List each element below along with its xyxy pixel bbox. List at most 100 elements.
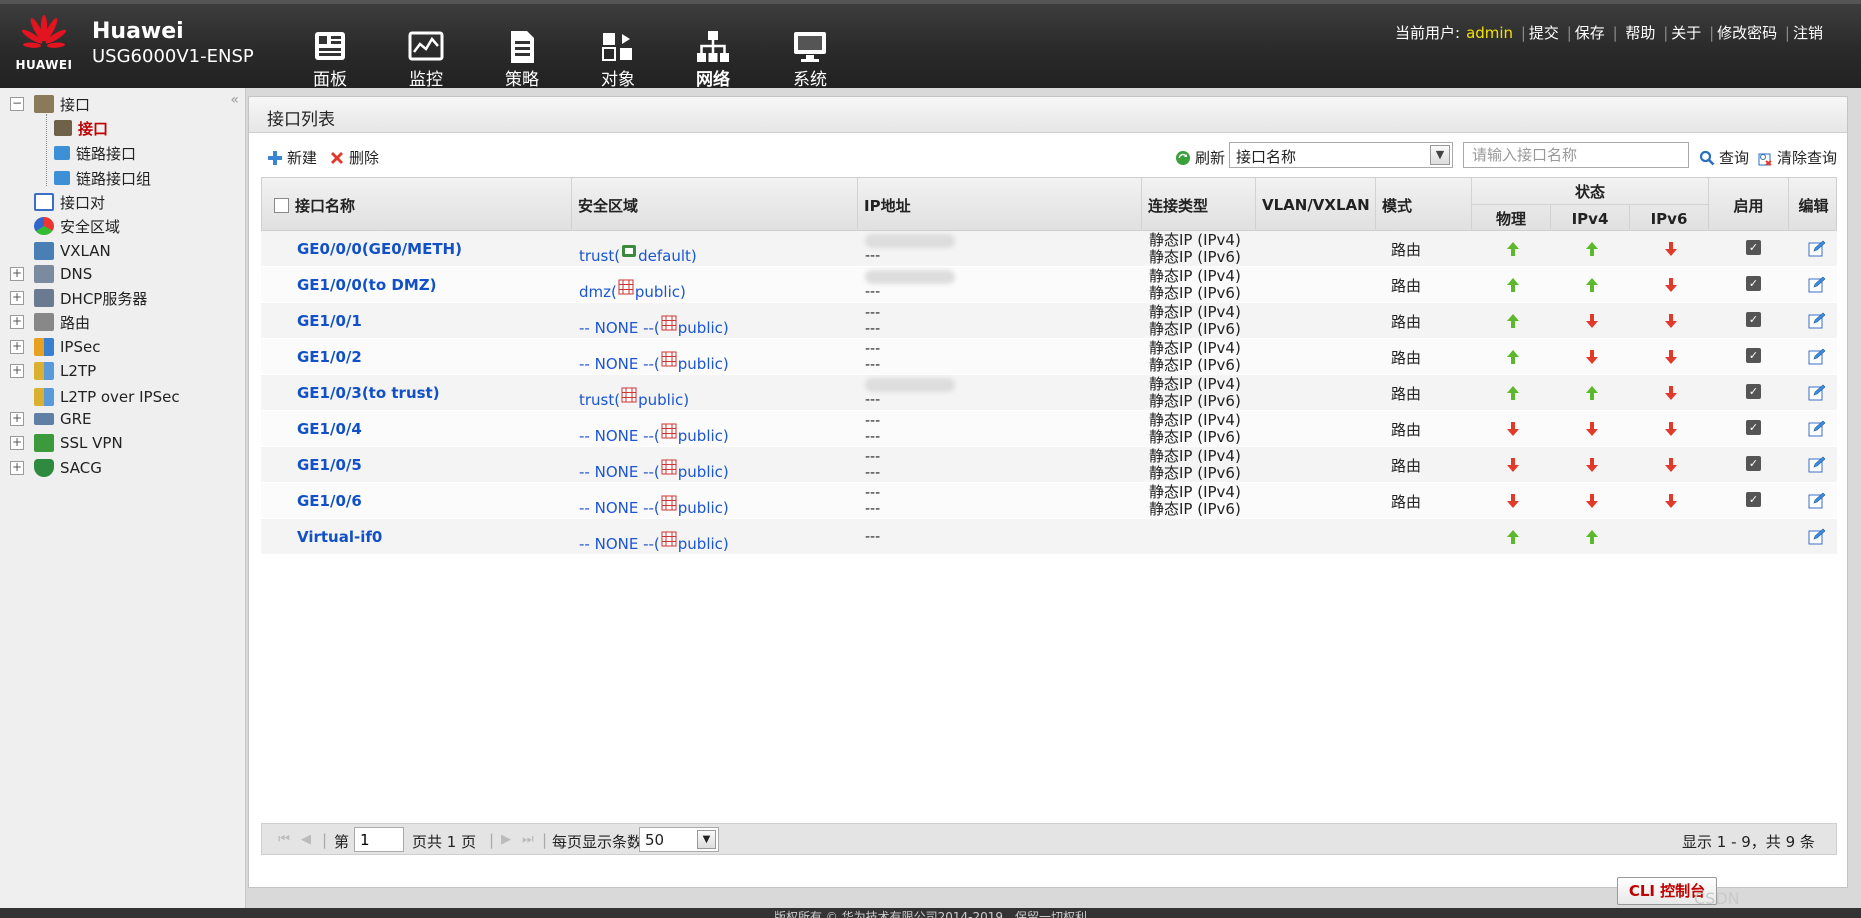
expand-icon[interactable]: + (10, 340, 24, 354)
edit-icon[interactable] (1808, 240, 1826, 257)
chevron-down-icon[interactable]: ▼ (697, 830, 716, 849)
select-all-checkbox[interactable] (274, 197, 289, 213)
next-page-icon[interactable]: ▶ (498, 832, 514, 848)
col-zone[interactable]: 安全区域 (572, 178, 858, 232)
security-zone-link[interactable]: trust( public) (579, 381, 689, 411)
nav-system[interactable]: 系统 (770, 22, 850, 92)
security-zone-link[interactable]: -- NONE --( public) (579, 309, 729, 339)
interface-name-link[interactable]: GE1/0/0(to DMZ) (297, 267, 437, 303)
collapse-icon[interactable]: − (10, 97, 24, 111)
enable-checkbox[interactable]: ✓ (1746, 492, 1761, 507)
interface-name-link[interactable]: GE1/0/1 (297, 303, 362, 339)
enable-checkbox[interactable]: ✓ (1746, 456, 1761, 471)
interface-name-link[interactable]: GE1/0/4 (297, 411, 362, 447)
expand-icon[interactable]: + (10, 436, 24, 450)
security-zone-link[interactable]: -- NONE --( public) (579, 417, 729, 447)
interface-name-link[interactable]: GE0/0/0(GE0/METH) (297, 231, 462, 267)
sidebar-item-dhcp-server[interactable]: + DHCP服务器 (10, 285, 147, 311)
save-link[interactable]: 保存 (1575, 24, 1605, 42)
nav-monitor[interactable]: 监控 (386, 22, 466, 92)
enable-checkbox[interactable]: ✓ (1746, 420, 1761, 435)
submit-link[interactable]: 提交 (1529, 24, 1559, 42)
table-row[interactable]: GE1/0/0(to DMZ) dmz( public) --- 静态IP (IPv4… (261, 267, 1837, 303)
enable-checkbox[interactable]: ✓ (1746, 312, 1761, 327)
sidebar-item-l2tp[interactable]: + L2TP (10, 358, 96, 384)
security-zone-link[interactable]: dmz( public) (579, 273, 686, 303)
interface-name-link[interactable]: GE1/0/3(to trust) (297, 375, 440, 411)
security-zone-link[interactable]: -- NONE --( public) (579, 453, 729, 483)
table-row[interactable]: GE1/0/2 -- NONE --( public) --- --- 静态IP (IP… (261, 339, 1837, 375)
expand-icon[interactable]: + (10, 412, 24, 426)
nav-network[interactable]: 网络 (673, 22, 753, 92)
sidebar-item-routing[interactable]: + 路由 (10, 309, 90, 335)
interface-name-link[interactable]: GE1/0/6 (297, 483, 362, 519)
expand-icon[interactable]: + (10, 364, 24, 378)
sidebar-item-link-interface[interactable]: 链路接口 (54, 140, 136, 166)
clear-query-button[interactable]: 清除查询 (1757, 147, 1837, 168)
expand-icon[interactable]: + (10, 461, 24, 475)
edit-icon[interactable] (1808, 312, 1826, 329)
expand-icon[interactable]: + (10, 267, 24, 281)
col-mode[interactable]: 模式 (1376, 178, 1472, 232)
col-vlan[interactable]: VLAN/VXLAN (1256, 178, 1376, 232)
interface-name-link[interactable]: GE1/0/2 (297, 339, 362, 375)
table-row[interactable]: GE1/0/1 -- NONE --( public) --- --- 静态IP (IP… (261, 303, 1837, 339)
edit-icon[interactable] (1808, 348, 1826, 365)
sidebar-item-dns[interactable]: + DNS (10, 261, 92, 287)
search-input[interactable] (1463, 142, 1689, 168)
logout-link[interactable]: 注销 (1793, 24, 1823, 42)
help-link[interactable]: 帮助 (1625, 24, 1655, 42)
page-number-input[interactable] (354, 827, 404, 852)
per-page-select[interactable]: 50 ▼ (639, 827, 719, 852)
chevron-down-icon[interactable]: ▼ (1430, 145, 1450, 165)
change-password-link[interactable]: 修改密码 (1717, 24, 1777, 42)
filter-field-select[interactable]: 接口名称 ▼ (1229, 142, 1453, 168)
table-row[interactable]: Virtual-if0 -- NONE --( public) --- (261, 519, 1837, 555)
delete-button[interactable]: 删除 (329, 147, 379, 168)
table-row[interactable]: GE1/0/6 -- NONE --( public) --- --- 静态IP (IP… (261, 483, 1837, 519)
sidebar-item-gre[interactable]: + GRE (10, 406, 92, 432)
query-button[interactable]: 查询 (1699, 147, 1749, 168)
security-zone-link[interactable]: trust( default) (579, 237, 697, 267)
table-row[interactable]: GE1/0/3(to trust) trust( public) --- 静态IP (… (261, 375, 1837, 411)
col-conn-type[interactable]: 连接类型 (1142, 178, 1256, 232)
security-zone-link[interactable]: -- NONE --( public) (579, 525, 729, 555)
interface-name-link[interactable]: Virtual-if0 (297, 519, 382, 555)
sidebar-item-security-zone[interactable]: 安全区域 (10, 213, 120, 239)
table-row[interactable]: GE0/0/0(GE0/METH) trust( default) --- 静态IP … (261, 231, 1837, 267)
edit-icon[interactable] (1808, 456, 1826, 473)
table-row[interactable]: GE1/0/4 -- NONE --( public) --- --- 静态IP (IP… (261, 411, 1837, 447)
edit-icon[interactable] (1808, 276, 1826, 293)
nav-object[interactable]: 对象 (578, 22, 658, 92)
last-page-icon[interactable]: ⏭ (520, 832, 536, 848)
enable-checkbox[interactable]: ✓ (1746, 384, 1761, 399)
prev-page-icon[interactable]: ◀ (298, 832, 314, 848)
sidebar-item-interface-pair[interactable]: 接口对 (10, 189, 105, 215)
expand-icon[interactable]: + (10, 291, 24, 305)
col-name[interactable]: 接口名称 (262, 178, 572, 232)
col-ip[interactable]: IP地址 (858, 178, 1142, 232)
refresh-button[interactable]: 刷新 (1175, 147, 1225, 168)
about-link[interactable]: 关于 (1671, 24, 1701, 42)
enable-checkbox[interactable]: ✓ (1746, 240, 1761, 255)
first-page-icon[interactable]: ⏮ (276, 832, 292, 848)
collapse-sidebar-icon[interactable]: « (230, 92, 239, 108)
table-row[interactable]: GE1/0/5 -- NONE --( public) --- --- 静态IP (IP… (261, 447, 1837, 483)
security-zone-link[interactable]: -- NONE --( public) (579, 489, 729, 519)
edit-icon[interactable] (1808, 420, 1826, 437)
sidebar-item-sacg[interactable]: + SACG (10, 455, 102, 481)
edit-icon[interactable] (1808, 528, 1826, 545)
edit-icon[interactable] (1808, 384, 1826, 401)
sidebar-item-link-interface-group[interactable]: 链路接口组 (54, 165, 151, 191)
edit-icon[interactable] (1808, 492, 1826, 509)
interface-name-link[interactable]: GE1/0/5 (297, 447, 362, 483)
nav-policy[interactable]: 策略 (482, 22, 562, 92)
sidebar-item-ssl-vpn[interactable]: + SSL VPN (10, 430, 123, 456)
expand-icon[interactable]: + (10, 315, 24, 329)
enable-checkbox[interactable]: ✓ (1746, 348, 1761, 363)
enable-checkbox[interactable]: ✓ (1746, 276, 1761, 291)
sidebar-item-interface-group[interactable]: − 接口 (10, 91, 90, 117)
nav-dashboard[interactable]: 面板 (290, 22, 370, 92)
security-zone-link[interactable]: -- NONE --( public) (579, 345, 729, 375)
sidebar-item-ipsec[interactable]: + IPSec (10, 334, 100, 360)
